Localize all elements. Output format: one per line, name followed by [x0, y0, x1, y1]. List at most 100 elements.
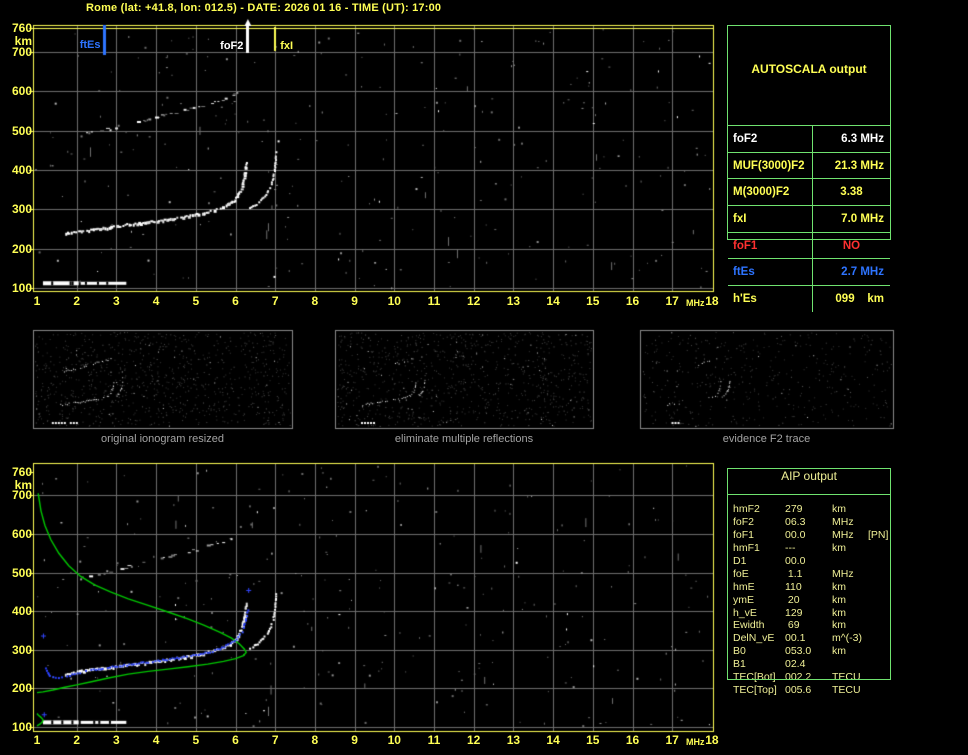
y-tick-label: 300	[11, 642, 32, 657]
x-tick-label: 16	[625, 294, 640, 308]
y-tick-label: 300	[11, 202, 32, 217]
aip-row-value: 02.4	[785, 658, 806, 671]
x-tick-label: 17	[665, 294, 679, 308]
x-tick-label: 1	[33, 294, 41, 308]
x-tick-label: 14	[546, 294, 560, 308]
aip-row-label: hmF2	[733, 503, 760, 515]
thumbnail-caption: evidence F2 trace	[722, 433, 811, 445]
x-tick-label: 4	[152, 294, 160, 308]
x-tick-label: 5	[192, 294, 200, 308]
autoscala-row-label: M(3000)F2	[728, 179, 813, 206]
x-tick-label: 14	[546, 733, 560, 747]
aip-table-rows: hmF2 279 km foF2 06.3 MHz foF1 00.0 MHz [PN] hmF1 -…	[728, 503, 890, 697]
x-tick-label: 6	[232, 294, 239, 308]
thumbnail-caption: original ionogram resized	[101, 433, 224, 445]
autoscala-row-label: ftEs	[728, 259, 813, 286]
x-tick-label: 5	[192, 733, 200, 747]
aip-row-unit: km	[832, 503, 846, 515]
aip-row: h_vE 129 km	[728, 607, 890, 620]
x-tick-label: 2	[73, 294, 81, 308]
y-tick-label: 600	[11, 527, 32, 541]
aip-row: TEC[Bot] 002.2 TECU	[728, 671, 890, 684]
aip-row-unit: m^(-3)	[832, 632, 863, 645]
x-tick-label: 17	[665, 733, 679, 747]
aip-row-label: foF1	[733, 528, 755, 541]
aip-row-label: h_vE	[733, 606, 757, 619]
aip-row-label: hmF1	[733, 541, 760, 554]
aip-row-label: TEC[Top]	[733, 684, 777, 697]
aip-row: foF1 00.0 MHz [PN]	[728, 529, 890, 542]
aip-row-value: 00.0	[785, 554, 806, 567]
aip-row-value: 129	[785, 606, 803, 619]
aip-row-value: 279	[785, 503, 803, 515]
aip-row-unit: MHz	[832, 567, 854, 580]
aip-row-value: 00.0	[785, 528, 806, 541]
y-tick-label: 100	[11, 281, 32, 295]
aip-row: B0 053.0 km	[728, 645, 890, 658]
aip-row-value: 06.3	[785, 515, 806, 528]
aip-row-unit: km	[832, 645, 846, 658]
aip-row-label: D1	[733, 554, 747, 567]
autoscala-row-label: MUF(3000)F2	[728, 152, 813, 179]
aip-row-label: foF2	[733, 515, 755, 528]
y-tick-label: 600	[11, 84, 32, 99]
x-tick-label: 6	[232, 733, 239, 747]
x-tick-label: 10	[387, 733, 401, 747]
y-tick-label: 400	[11, 163, 32, 177]
x-tick-label: 7	[271, 294, 279, 308]
x-tick-label: 1	[33, 733, 41, 747]
x-tick-label: 11	[427, 733, 441, 747]
autoscala-table-title: AUTOSCALA output	[751, 62, 867, 76]
aip-row: foE 1.1 MHz	[728, 568, 890, 581]
aip-row-unit: km	[832, 580, 846, 593]
autoscala-row: M(3000)F2 3.38	[728, 178, 890, 206]
autoscala-row-value: 3.38	[840, 186, 863, 199]
aip-row-unit: MHz	[832, 528, 854, 541]
autoscala-row-value: 099 km	[835, 292, 884, 305]
aip-row: DelN_vE 00.1 m^(-3)	[728, 632, 890, 645]
aip-row: B1 02.4	[728, 658, 890, 671]
aip-row: Ewidth 69 km	[728, 619, 890, 632]
aip-row: ymE 20 km	[728, 594, 890, 607]
aip-row: D1 00.0	[728, 555, 890, 568]
aip-row-unit: MHz	[832, 515, 854, 528]
x-tick-label: 16	[625, 733, 640, 747]
y-tick-label: 700	[11, 45, 32, 60]
y-tick-label: 500	[11, 565, 32, 580]
aip-row-label: foE	[733, 567, 749, 580]
aip-row-value: 002.2	[785, 671, 812, 684]
autoscala-row: h'Es 099 km	[728, 285, 890, 312]
marker-label-fxi: fxI	[280, 40, 294, 52]
y-tick-label: 700	[11, 488, 32, 503]
aip-row: hmE 110 km	[728, 581, 890, 594]
x-tick-label: 7	[271, 733, 279, 747]
y-tick-label: 100	[11, 720, 32, 734]
marker-label-fof2: foF2	[220, 40, 244, 52]
aip-row-value: 1.1	[785, 567, 803, 580]
aip-row: TEC[Top] 005.6 TECU	[728, 684, 890, 697]
x-tick-label: 15	[586, 294, 600, 308]
y-tick-label: 760	[11, 465, 32, 480]
x-axis-unit-label: MHz	[686, 298, 705, 308]
x-tick-label: 3	[113, 733, 120, 747]
y-tick-label: 760	[11, 21, 32, 36]
thumbnail-caption: eliminate multiple reflections	[394, 433, 534, 445]
aip-row-value: 005.6	[785, 684, 812, 697]
y-tick-label: 200	[11, 681, 32, 696]
y-tick-label: 500	[11, 123, 32, 138]
autoscala-row-value: 6.3 MHz	[841, 132, 884, 145]
autoscala-row: ftEs 2.7 MHz	[728, 258, 890, 286]
x-tick-label: 12	[467, 733, 481, 747]
marker-label-ftes: ftEs	[79, 39, 101, 51]
autoscala-row-value: 2.7 MHz	[841, 266, 884, 279]
aip-row: hmF1 --- km	[728, 542, 890, 555]
aip-row-label: DelN_vE	[733, 632, 775, 645]
x-tick-label: 2	[73, 733, 81, 747]
x-tick-label: 10	[387, 294, 401, 308]
page-title: Rome (lat: +41.8, lon: 012.5) - DATE: 20…	[86, 2, 442, 14]
autoscala-row-label: foF1	[728, 232, 813, 259]
autoscala-row-value: 7.0 MHz	[841, 212, 884, 225]
x-tick-label: 3	[113, 294, 120, 308]
x-tick-label: 9	[351, 733, 358, 747]
aip-row-unit: km	[832, 619, 846, 632]
